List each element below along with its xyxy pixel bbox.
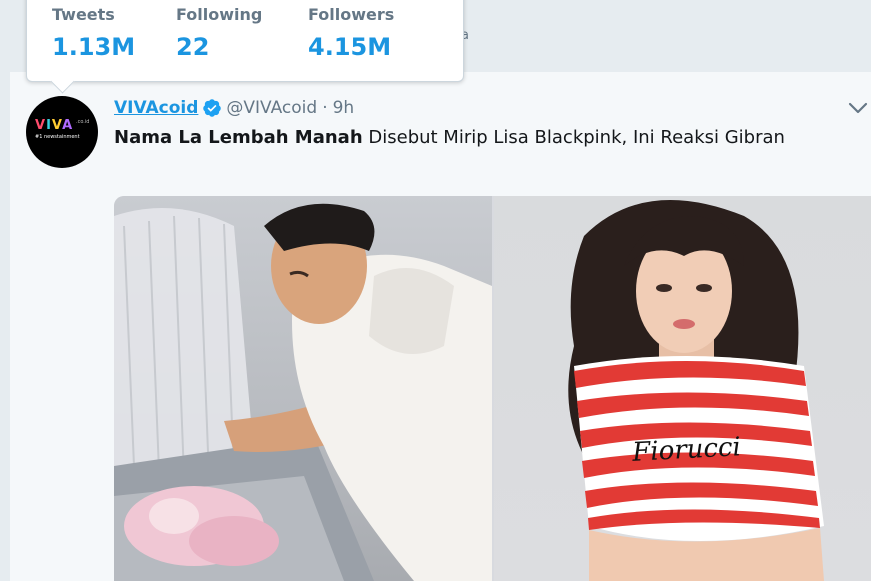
logo-tagline: #1 newstainment [35, 134, 80, 140]
viva-logo: VIVA [35, 119, 73, 133]
tweet-text-bold: Nama La Lembah Manah [114, 127, 363, 148]
stat-followers-value: 4.15M [308, 33, 392, 61]
logo-letter-a: A [62, 118, 74, 133]
author-name-link[interactable]: VIVAcoid [114, 98, 198, 118]
photo-woman-striped-shirt-illustration: Fiorucci [568, 200, 824, 581]
stat-followers-label: Followers [308, 5, 395, 24]
tweet-text-rest: Disebut Mirip Lisa Blackpink, Ini Reaksi… [362, 127, 785, 148]
chevron-down-icon[interactable] [846, 98, 870, 118]
stat-tweets-label: Tweets [52, 5, 115, 24]
photo-man-with-baby-illustration [114, 203, 492, 581]
logo-letter-v2: V [51, 118, 63, 133]
header-separator: · [322, 98, 328, 118]
stat-tweets-value: 1.13M [52, 33, 136, 61]
avatar[interactable]: VIVA .co.id #1 newstainment [26, 96, 98, 168]
stat-following-label: Following [176, 5, 263, 24]
verified-badge-icon [203, 99, 222, 117]
media-photo-right[interactable]: Fiorucci [494, 196, 871, 581]
tweet-media[interactable]: Fiorucci [114, 196, 871, 581]
stat-following[interactable]: Following 22 [176, 5, 262, 62]
stat-following-value: 22 [176, 33, 210, 61]
stat-followers[interactable]: Followers 4.15M [308, 5, 394, 62]
author-handle[interactable]: @VIVAcoid [226, 98, 317, 118]
logo-letter-v: V [35, 118, 47, 133]
logo-suffix: .co.id [76, 119, 90, 125]
shirt-logo-text: Fiorucci [631, 432, 742, 468]
media-photo-left[interactable] [114, 196, 492, 581]
stat-tweets[interactable]: Tweets 1.13M [52, 5, 135, 62]
timeline-gutter [0, 0, 9, 581]
profile-hovercard: Tweets 1.13M Following 22 Followers 4.15… [26, 0, 464, 94]
tweet-text: Nama La Lembah Manah Disebut Mirip Lisa … [114, 126, 785, 150]
tweet-header: VIVAcoid @VIVAcoid · 9h [114, 96, 354, 120]
timeline-page: a Tweets 1.13M Following 22 Followers 4.… [0, 0, 871, 581]
tweet-timestamp[interactable]: 9h [333, 98, 355, 118]
